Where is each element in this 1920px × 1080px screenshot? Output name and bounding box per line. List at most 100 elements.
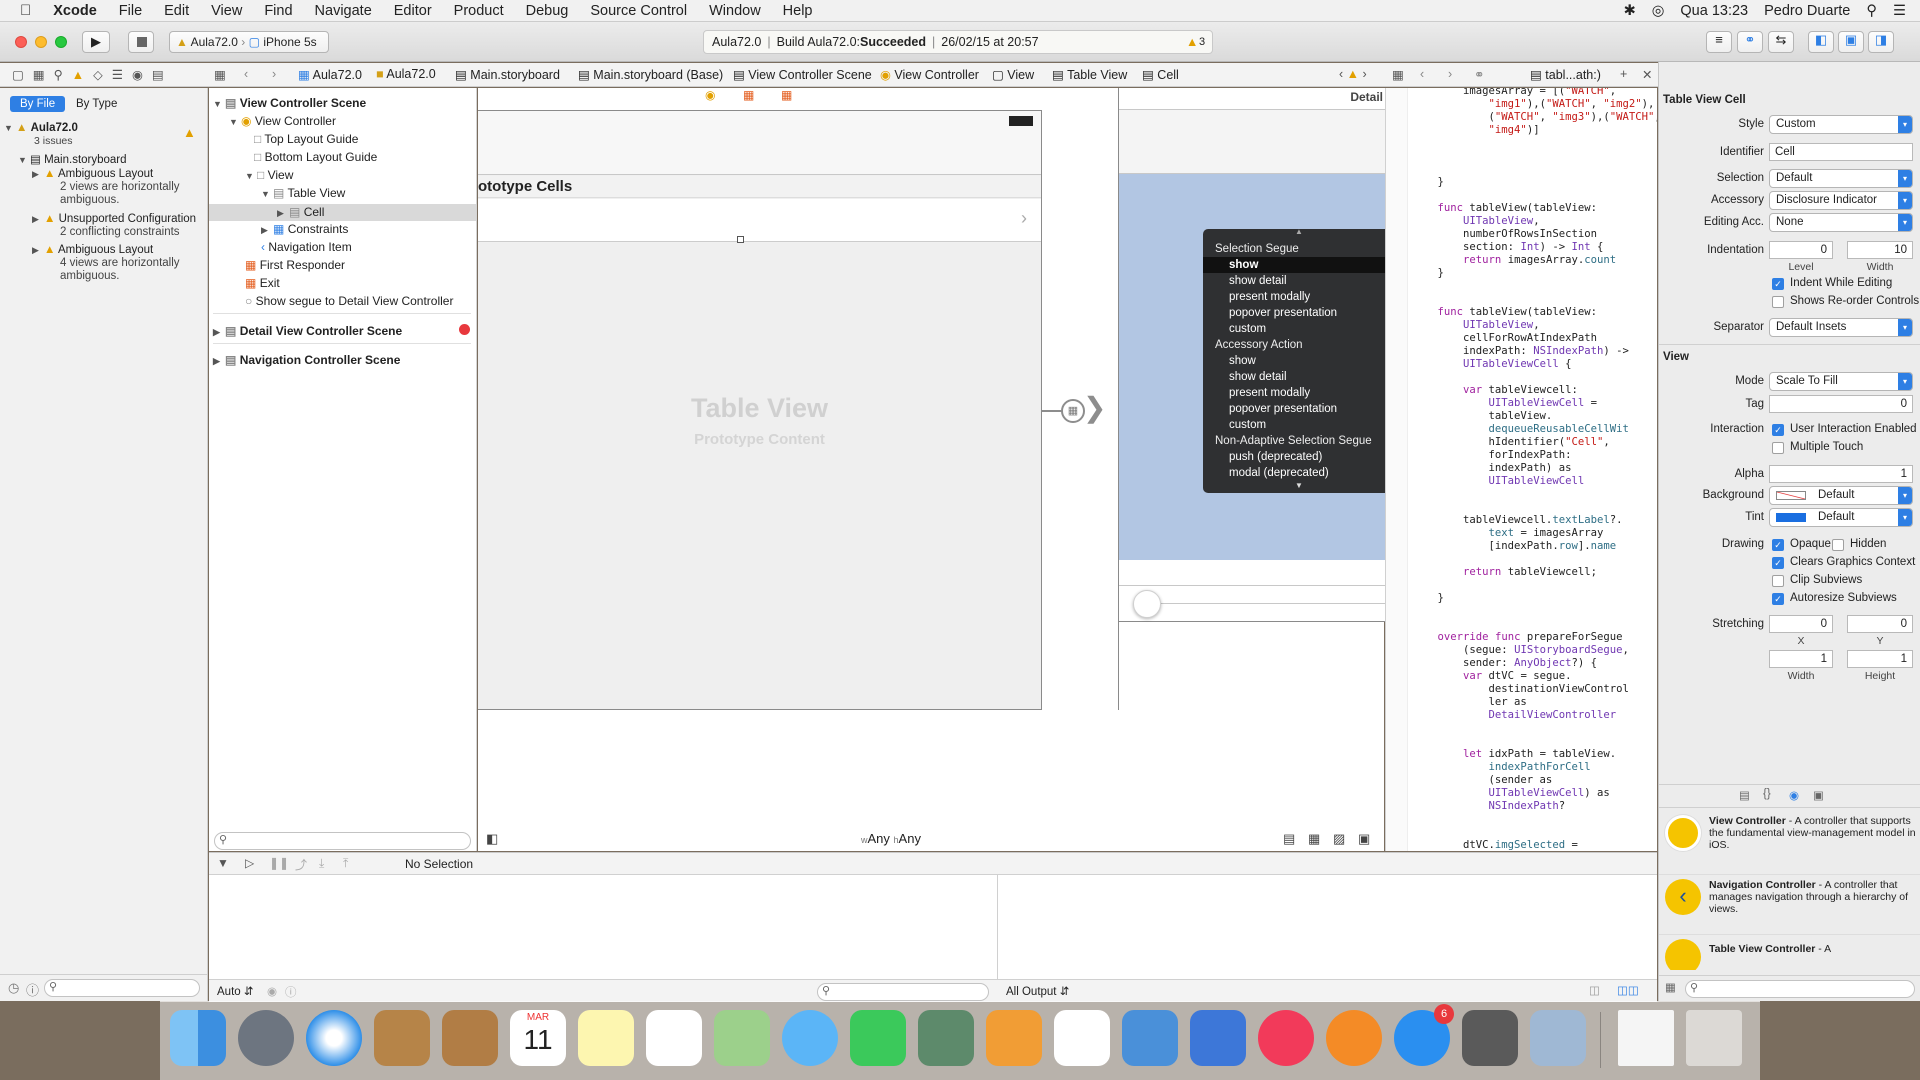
menu-find[interactable]: Find xyxy=(253,3,303,19)
menu-item-modal-deprecated[interactable]: modal (deprecated) xyxy=(1229,467,1329,479)
reminders-icon[interactable] xyxy=(646,1010,702,1066)
menu-item-custom[interactable]: custom xyxy=(1229,323,1266,335)
outline-navigation-item[interactable]: ‹ Navigation Item xyxy=(261,240,352,254)
zoom-window-button[interactable] xyxy=(55,36,67,48)
variables-scope-popup[interactable]: Auto ⇵ xyxy=(217,984,254,998)
navigator-filter-input[interactable]: ⚲ xyxy=(44,979,200,997)
opaque-checkbox[interactable]: ✓ xyxy=(1772,539,1784,551)
menu-window[interactable]: Window xyxy=(698,3,772,19)
editor-assistant-button[interactable]: ⚭ xyxy=(1737,31,1763,53)
messages-icon[interactable] xyxy=(782,1010,838,1066)
minimize-window-button[interactable] xyxy=(35,36,47,48)
editing-accessory-popup[interactable]: None ▾ xyxy=(1769,213,1913,232)
shows-reorder-checkbox[interactable] xyxy=(1772,296,1784,308)
media-library-icon[interactable]: ▣ xyxy=(1813,788,1824,802)
clears-graphics-checkbox[interactable]: ✓ xyxy=(1772,557,1784,569)
autoresize-subviews-checkbox[interactable]: ✓ xyxy=(1772,593,1784,605)
editor-forward-icon[interactable]: › xyxy=(1448,67,1452,81)
outline-cell[interactable]: ▶ ▤ Cell xyxy=(209,204,476,221)
slider-thumb[interactable] xyxy=(1133,590,1161,618)
stretch-height-field[interactable]: 1 xyxy=(1847,650,1913,668)
numbers-icon[interactable] xyxy=(1054,1010,1110,1066)
code-text[interactable]: imagesArray = [("WATCH", "img1"),("WATCH… xyxy=(1412,88,1658,851)
resizing-behavior-icon[interactable]: ▣ xyxy=(1358,831,1370,847)
system-preferences-icon[interactable] xyxy=(1462,1010,1518,1066)
toggle-outline-icon[interactable]: ◧ xyxy=(486,831,498,847)
segue-icon[interactable]: ▦ xyxy=(1061,399,1085,423)
issue-navigate-icons[interactable]: ‹ ▲ › xyxy=(1339,67,1367,81)
outline-bottom-layout-guide[interactable]: □ Bottom Layout Guide xyxy=(254,150,377,164)
outline-view-controller[interactable]: ▼ ◉ View Controller xyxy=(229,114,336,128)
close-window-button[interactable] xyxy=(15,36,27,48)
wifi-icon[interactable]: ◎ xyxy=(1652,3,1665,19)
indent-while-editing-checkbox[interactable]: ✓ xyxy=(1772,278,1784,290)
library-item[interactable]: Table View Controller - A xyxy=(1659,934,1920,970)
menu-item-accessory-present-modally[interactable]: present modally xyxy=(1229,387,1310,399)
stretch-y-field[interactable]: 0 xyxy=(1847,615,1913,633)
breakpoints-icon[interactable]: ▷ xyxy=(245,856,254,870)
outline-filter-input[interactable]: ⚲ xyxy=(214,832,471,850)
menu-app-name[interactable]: Xcode xyxy=(42,3,108,19)
preview-icon[interactable] xyxy=(1530,1010,1586,1066)
outline-scene-view-controller[interactable]: ▼ ▤ View Controller Scene xyxy=(213,96,366,110)
bluetooth-icon[interactable]: ✱ xyxy=(1624,3,1636,19)
editor-standard-button[interactable]: ≡ xyxy=(1706,31,1732,53)
outline-segue[interactable]: ○ Show segue to Detail View Controller xyxy=(245,294,453,308)
apple-icon[interactable]:  xyxy=(0,2,42,19)
outline-scene-detail[interactable]: ▶ ▤ Detail View Controller Scene xyxy=(213,324,402,338)
segue-popup-menu[interactable]: ▲ Selection Segue show show detail prese… xyxy=(1203,227,1397,493)
console-output-popup[interactable]: All Output ⇵ xyxy=(1006,984,1069,998)
by-type-tab[interactable]: By Type xyxy=(76,98,117,110)
outline-table-view[interactable]: ▼ ▤ Table View xyxy=(261,186,345,200)
step-in-icon[interactable]: ⤓ xyxy=(319,856,324,871)
launchpad-icon[interactable] xyxy=(238,1010,294,1066)
first-responder-dock-icon[interactable]: ▦ xyxy=(743,88,754,102)
contacts-icon[interactable] xyxy=(442,1010,498,1066)
scheme-selector[interactable]: ▲ Aula72.0 › ▢ iPhone 5s xyxy=(169,31,329,53)
spotlight-icon[interactable]: ⚲ xyxy=(1866,3,1877,19)
menu-edit[interactable]: Edit xyxy=(153,3,200,19)
forward-icon[interactable]: › xyxy=(272,67,276,81)
breadcrumb-table-view[interactable]: ▤ Table View xyxy=(1052,67,1127,82)
menu-item-show[interactable]: show xyxy=(1229,259,1258,271)
storyboard-row[interactable]: ▼ ▤ Main.storyboard xyxy=(18,152,127,166)
issue-item[interactable]: ▶ ▲ Ambiguous Layout 2 views are horizont… xyxy=(32,168,180,207)
stretch-x-field[interactable]: 0 xyxy=(1769,615,1833,633)
breadcrumb-scene[interactable]: ▤ View Controller Scene xyxy=(733,67,872,82)
back-icon[interactable]: ‹ xyxy=(244,67,248,81)
related-items-icon[interactable]: ▦ xyxy=(214,67,226,82)
variables-filter-input[interactable]: ⚲ xyxy=(817,983,989,1001)
user-interaction-checkbox[interactable]: ✓ xyxy=(1772,424,1784,436)
breadcrumb-storyboard-base[interactable]: ▤ Main.storyboard (Base) xyxy=(578,67,723,82)
toggle-debug-area-button[interactable]: ▣ xyxy=(1838,31,1864,53)
pages-icon[interactable] xyxy=(986,1010,1042,1066)
notification-center-icon[interactable]: ☰ xyxy=(1893,3,1906,19)
resolve-issues-icon[interactable]: ▨ xyxy=(1333,831,1345,847)
breadcrumb-folder[interactable]: ■ Aula72.0 xyxy=(376,67,436,81)
by-file-tab[interactable]: By File xyxy=(10,96,66,112)
hidden-checkbox[interactable] xyxy=(1832,539,1844,551)
error-icon[interactable] xyxy=(459,324,470,335)
navigator-icons[interactable]: ▢▦⚲▲◇☰◉▤ xyxy=(12,67,173,82)
outline-constraints[interactable]: ▶ ▦ Constraints xyxy=(261,222,348,236)
menu-user[interactable]: Pedro Duarte xyxy=(1764,3,1850,19)
photos-icon[interactable] xyxy=(918,1010,974,1066)
menu-help[interactable]: Help xyxy=(772,3,824,19)
outline-top-layout-guide[interactable]: □ Top Layout Guide xyxy=(254,132,358,146)
step-over-icon[interactable]: ⤴ xyxy=(295,856,307,873)
breadcrumb-view[interactable]: ▢ View xyxy=(992,67,1034,82)
prototype-cell[interactable]: › xyxy=(478,199,1041,243)
menu-item-popover[interactable]: popover presentation xyxy=(1229,307,1337,319)
menu-item-accessory-show-detail[interactable]: show detail xyxy=(1229,371,1287,383)
style-popup[interactable]: Custom ▾ xyxy=(1769,115,1913,134)
menu-item-show-detail[interactable]: show detail xyxy=(1229,275,1287,287)
split-view-icon[interactable]: ◫◫ xyxy=(1617,983,1639,997)
menu-scroll-down-icon[interactable]: ▼ xyxy=(1295,481,1303,490)
breadcrumb-view-controller[interactable]: ◉ View Controller xyxy=(880,67,979,82)
selection-popup[interactable]: Default ▾ xyxy=(1769,169,1913,188)
project-row[interactable]: ▼ ▲ Aula72.0 xyxy=(4,122,78,134)
pause-icon[interactable]: ❚❚ xyxy=(269,856,289,870)
pin-icon[interactable]: ▦ xyxy=(1308,831,1320,847)
view-controller-dock-icon[interactable]: ◉ xyxy=(705,88,715,102)
print-description-icon[interactable]: ⓘ xyxy=(285,984,297,1000)
